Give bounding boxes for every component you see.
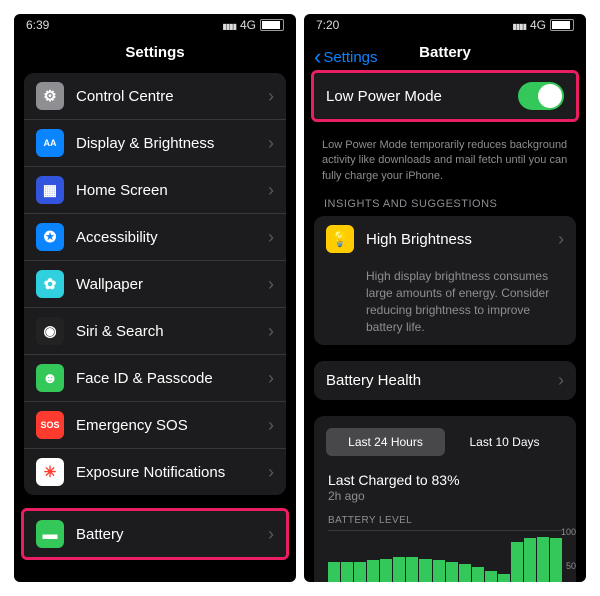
seg-24h[interactable]: Last 24 Hours <box>326 428 445 456</box>
row-icon: ✳ <box>36 458 64 486</box>
settings-row[interactable]: ⚙ Control Centre› <box>24 73 286 120</box>
clock: 6:39 <box>26 18 49 32</box>
row-label: Battery <box>76 526 268 543</box>
settings-screen: 6:39 4G Settings ⚙Control Centre›AADispl… <box>14 14 296 582</box>
row-icon: ☻ <box>36 364 64 392</box>
low-power-description: Low Power Mode temporarily reduces backg… <box>304 138 586 194</box>
network-label: 4G <box>530 18 546 32</box>
insights-header: INSIGHTS AND SUGGESTIONS <box>304 194 586 216</box>
chevron-right-icon: › <box>558 370 564 391</box>
bar <box>328 562 340 582</box>
settings-row-battery[interactable]: ▬ Battery › <box>24 511 286 557</box>
battery-icon <box>550 19 574 31</box>
row-icon: ◉ <box>36 317 64 345</box>
bar <box>341 562 353 582</box>
seg-10d[interactable]: Last 10 Days <box>445 428 564 456</box>
status-bar: 6:39 4G <box>14 14 296 36</box>
signal-icon <box>222 18 236 32</box>
battery-screen: 7:20 4G Settings Battery Low Power Mode … <box>304 14 586 582</box>
bar <box>459 564 471 582</box>
row-label: Wallpaper <box>76 276 268 293</box>
settings-row[interactable]: AA Display & Brightness› <box>24 120 286 167</box>
battery-health-row[interactable]: Battery Health › <box>314 361 576 400</box>
chevron-right-icon: › <box>268 524 274 545</box>
bar <box>498 574 510 582</box>
low-power-highlight: Low Power Mode <box>311 70 579 122</box>
bar <box>406 557 418 582</box>
bar <box>433 560 445 582</box>
bar <box>485 571 497 582</box>
settings-row[interactable]: ✳ Exposure Notifications› <box>24 449 286 495</box>
bar <box>354 562 366 582</box>
bar <box>511 542 523 582</box>
row-label: Control Centre <box>76 88 268 105</box>
row-icon: ▦ <box>36 176 64 204</box>
row-label: Low Power Mode <box>326 88 518 105</box>
chevron-right-icon: › <box>268 180 274 201</box>
row-icon: SOS <box>36 411 64 439</box>
bar <box>550 538 562 582</box>
battery-level-chart: 100% 50% <box>328 530 562 582</box>
clock: 7:20 <box>316 18 339 32</box>
signal-icon <box>512 18 526 32</box>
chevron-right-icon: › <box>268 368 274 389</box>
back-button[interactable]: Settings <box>314 44 378 70</box>
chevron-right-icon: › <box>268 462 274 483</box>
row-label: Display & Brightness <box>76 135 268 152</box>
bar <box>419 559 431 582</box>
network-label: 4G <box>240 18 256 32</box>
bar <box>380 559 392 582</box>
last-charged-sub: 2h ago <box>328 489 562 503</box>
settings-row[interactable]: ✿ Wallpaper› <box>24 261 286 308</box>
battery-icon: ▬ <box>36 520 64 548</box>
high-brightness-desc: High display brightness consumes large a… <box>314 262 576 345</box>
row-label: Emergency SOS <box>76 417 268 434</box>
settings-row[interactable]: ◉ Siri & Search› <box>24 308 286 355</box>
pct-100: 100% <box>561 527 576 537</box>
last-charged-title: Last Charged to 83% <box>328 472 562 488</box>
settings-row[interactable]: ▦ Home Screen› <box>24 167 286 214</box>
page-title: Battery <box>419 44 471 61</box>
row-label: Exposure Notifications <box>76 464 268 481</box>
time-range-segment: Last 24 Hours Last 10 Days <box>324 426 566 458</box>
settings-row[interactable]: SOS Emergency SOS› <box>24 402 286 449</box>
chevron-right-icon: › <box>268 86 274 107</box>
row-label: Home Screen <box>76 182 268 199</box>
row-label: High Brightness <box>366 231 558 248</box>
lightbulb-icon: 💡 <box>326 225 354 253</box>
page-title: Settings <box>14 36 296 73</box>
chevron-right-icon: › <box>268 415 274 436</box>
chevron-right-icon: › <box>558 229 564 250</box>
pct-50: 50% <box>566 561 576 571</box>
row-icon: ✪ <box>36 223 64 251</box>
bar <box>537 537 549 582</box>
bar <box>367 560 379 582</box>
bar <box>472 567 484 582</box>
row-icon: AA <box>36 129 64 157</box>
row-label: Siri & Search <box>76 323 268 340</box>
low-power-toggle[interactable] <box>518 82 564 110</box>
battery-row-highlight: ▬ Battery › <box>21 508 289 560</box>
battery-level-label: BATTERY LEVEL <box>328 515 562 526</box>
chevron-right-icon: › <box>268 321 274 342</box>
bar <box>524 538 536 582</box>
row-label: Accessibility <box>76 229 268 246</box>
status-bar: 7:20 4G <box>304 14 586 36</box>
settings-row[interactable]: ☻ Face ID & Passcode› <box>24 355 286 402</box>
chevron-right-icon: › <box>268 274 274 295</box>
low-power-mode-row[interactable]: Low Power Mode <box>314 73 576 119</box>
high-brightness-row[interactable]: 💡 High Brightness › <box>314 216 576 262</box>
battery-icon <box>260 19 284 31</box>
row-icon: ✿ <box>36 270 64 298</box>
bar <box>393 557 405 582</box>
chevron-right-icon: › <box>268 133 274 154</box>
chevron-right-icon: › <box>268 227 274 248</box>
settings-row[interactable]: ✪ Accessibility› <box>24 214 286 261</box>
row-icon: ⚙ <box>36 82 64 110</box>
row-label: Battery Health <box>326 372 558 389</box>
row-label: Face ID & Passcode <box>76 370 268 387</box>
bar <box>446 562 458 582</box>
